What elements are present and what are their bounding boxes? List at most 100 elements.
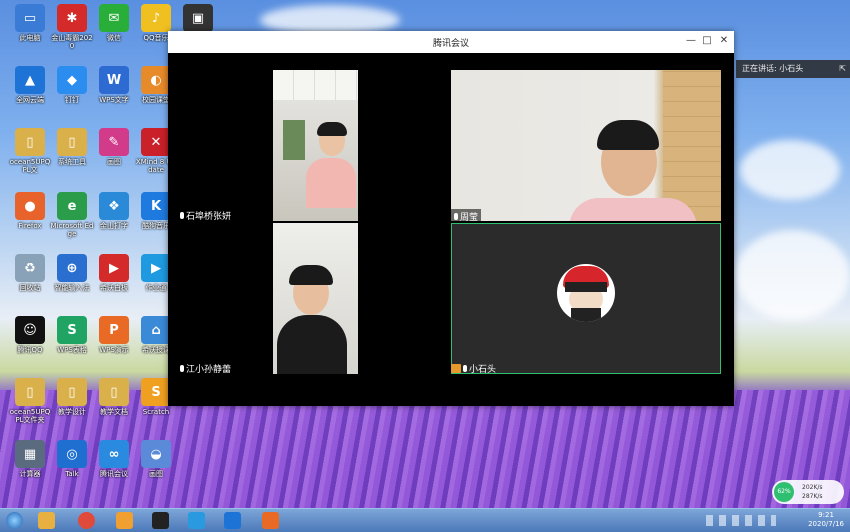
- desktop-icon[interactable]: ▭ 此电脑: [8, 4, 52, 42]
- desktop-icon-label: Firefox: [18, 222, 42, 230]
- app-icon: ▯: [99, 378, 129, 406]
- app-icon: ❖: [99, 192, 129, 220]
- app-icon: ▯: [57, 378, 87, 406]
- window-title: 腾讯会议: [432, 39, 469, 49]
- app-icon: ●: [15, 192, 45, 220]
- app-icon: P: [99, 316, 129, 344]
- title-bar: 腾讯会议 — □ ✕: [168, 31, 734, 53]
- desktop-icon-label: 钉钉: [65, 96, 79, 104]
- maximize-button[interactable]: □: [700, 34, 714, 48]
- desktop-icon[interactable]: ◆ 钉钉: [50, 66, 94, 104]
- desktop-icon-label: ocean5UPQPL文: [9, 158, 51, 174]
- app-icon: ✎: [99, 128, 129, 156]
- taskbar-app-icon[interactable]: [38, 512, 55, 529]
- microphone-icon: [463, 365, 467, 372]
- network-widget[interactable]: 62% 202K/s 287K/s: [772, 480, 844, 504]
- desktop-icon[interactable]: ☺ 腾讯QQ: [8, 316, 52, 354]
- desktop-icon[interactable]: P WPS演示: [92, 316, 136, 354]
- cloud: [740, 140, 840, 200]
- app-icon: ⊕: [57, 254, 87, 282]
- minimize-button[interactable]: —: [684, 34, 698, 48]
- close-button[interactable]: ✕: [717, 34, 731, 48]
- meeting-window: 腾讯会议 — □ ✕ 石埠桥张妍 周莹 江小孙静蕾 小石头: [168, 31, 734, 406]
- meeting-icon[interactable]: [224, 512, 241, 529]
- microphone-icon: [180, 212, 184, 219]
- desktop-icon-label: 计算器: [19, 470, 41, 478]
- person-body: [569, 198, 697, 221]
- desktop-icon[interactable]: e Microsoft Edge: [50, 192, 94, 238]
- participant-label: 江小孙静蕾: [180, 362, 231, 375]
- desktop-icon[interactable]: ▶ 希沃白板: [92, 254, 136, 292]
- desktop-icon[interactable]: ▯ ocean5UPQPL文件夹: [8, 378, 52, 424]
- video-tile-active[interactable]: [451, 223, 721, 374]
- desktop-icon[interactable]: ⊕ 智能输入法: [50, 254, 94, 292]
- desktop-icon[interactable]: ✱ 金山毒霸2020: [50, 4, 94, 50]
- participant-label: 周莹: [451, 209, 482, 224]
- desktop-icon[interactable]: ✎ 画图: [92, 128, 136, 166]
- system-tray[interactable]: [706, 515, 776, 526]
- person-body: [277, 315, 347, 374]
- speaking-indicator: 正在讲话: 小石头 ⇱: [736, 60, 850, 78]
- app-icon: ▶: [141, 254, 171, 282]
- app-icon: S: [141, 378, 171, 406]
- app-icon: W: [99, 66, 129, 94]
- desktop-icon-label: 画图: [149, 470, 163, 478]
- microphone-icon: [180, 365, 184, 372]
- download-speed: 287K/s: [802, 493, 823, 500]
- desktop-icon[interactable]: ● Firefox: [8, 192, 52, 230]
- app-icon: ✕: [141, 128, 171, 156]
- desktop-icon[interactable]: ✉ 微信: [92, 4, 136, 42]
- desktop-icon-label: 教学文档: [100, 408, 128, 416]
- desktop-icon-label: WPS演示: [99, 346, 129, 354]
- app-icon: ▯: [57, 128, 87, 156]
- app-icon: ✱: [57, 4, 87, 32]
- app-icon: ◎: [57, 440, 87, 468]
- desktop-icon-label: 教学设计: [58, 408, 86, 416]
- avatar: [557, 264, 615, 322]
- app-icon: ∞: [99, 440, 129, 468]
- start-button[interactable]: [6, 512, 23, 529]
- desktop-icon[interactable]: ▲ 全网云端: [8, 66, 52, 104]
- desktop-icon[interactable]: ▦ 计算器: [8, 440, 52, 478]
- qq-icon[interactable]: [152, 512, 169, 529]
- app-icon: ▯: [15, 378, 45, 406]
- taskbar: 9:21 2020/7/16: [0, 508, 850, 532]
- browser-icon[interactable]: [78, 512, 95, 529]
- desktop-icon[interactable]: ▯ ocean5UPQPL文: [8, 128, 52, 174]
- desktop-icon[interactable]: ▯ 教学文档: [92, 378, 136, 416]
- desktop-icon-label: 回收站: [19, 284, 41, 292]
- desktop-icon-label: 希沃白板: [100, 284, 128, 292]
- desktop-icon[interactable]: ∞ 腾讯会议: [92, 440, 136, 478]
- desktop-icon-label: 系统工具: [58, 158, 86, 166]
- wps-icon[interactable]: [262, 512, 279, 529]
- desktop-icon[interactable]: W WPS文字: [92, 66, 136, 104]
- cloud: [735, 230, 850, 320]
- video-tile[interactable]: [451, 70, 721, 221]
- app-icon: ▭: [15, 4, 45, 32]
- app-icon: ▲: [15, 66, 45, 94]
- desktop-icon-label: 微信: [107, 34, 121, 42]
- desktop-icon[interactable]: ▯ 系统工具: [50, 128, 94, 166]
- desktop-icon[interactable]: ❖ 金山打字: [92, 192, 136, 230]
- desktop-icon[interactable]: ◎ Talk: [50, 440, 94, 478]
- collapse-icon[interactable]: ⇱: [839, 60, 846, 78]
- app-icon: ◐: [141, 66, 171, 94]
- desktop-icon[interactable]: ♻ 回收站: [8, 254, 52, 292]
- desktop-icon-label: ocean5UPQPL文件夹: [9, 408, 51, 424]
- desktop-icon[interactable]: S WPS表格: [50, 316, 94, 354]
- clock[interactable]: 9:21 2020/7/16: [808, 511, 844, 529]
- app-icon: e: [57, 192, 87, 220]
- person-body: [306, 158, 356, 208]
- taskbar-app-icon[interactable]: [116, 512, 133, 529]
- app-icon: ▣: [183, 4, 213, 32]
- microphone-icon: [454, 213, 458, 220]
- app-icon: ▯: [15, 128, 45, 156]
- video-tile[interactable]: [273, 223, 358, 374]
- desktop-icon-label: 智能输入法: [54, 284, 90, 292]
- player-icon[interactable]: [188, 512, 205, 529]
- app-icon: ▦: [15, 440, 45, 468]
- video-tile[interactable]: [273, 70, 358, 221]
- desktop-icon[interactable]: ▯ 教学设计: [50, 378, 94, 416]
- app-icon: ☺: [15, 316, 45, 344]
- desktop-icon[interactable]: ◒ 画图: [134, 440, 178, 478]
